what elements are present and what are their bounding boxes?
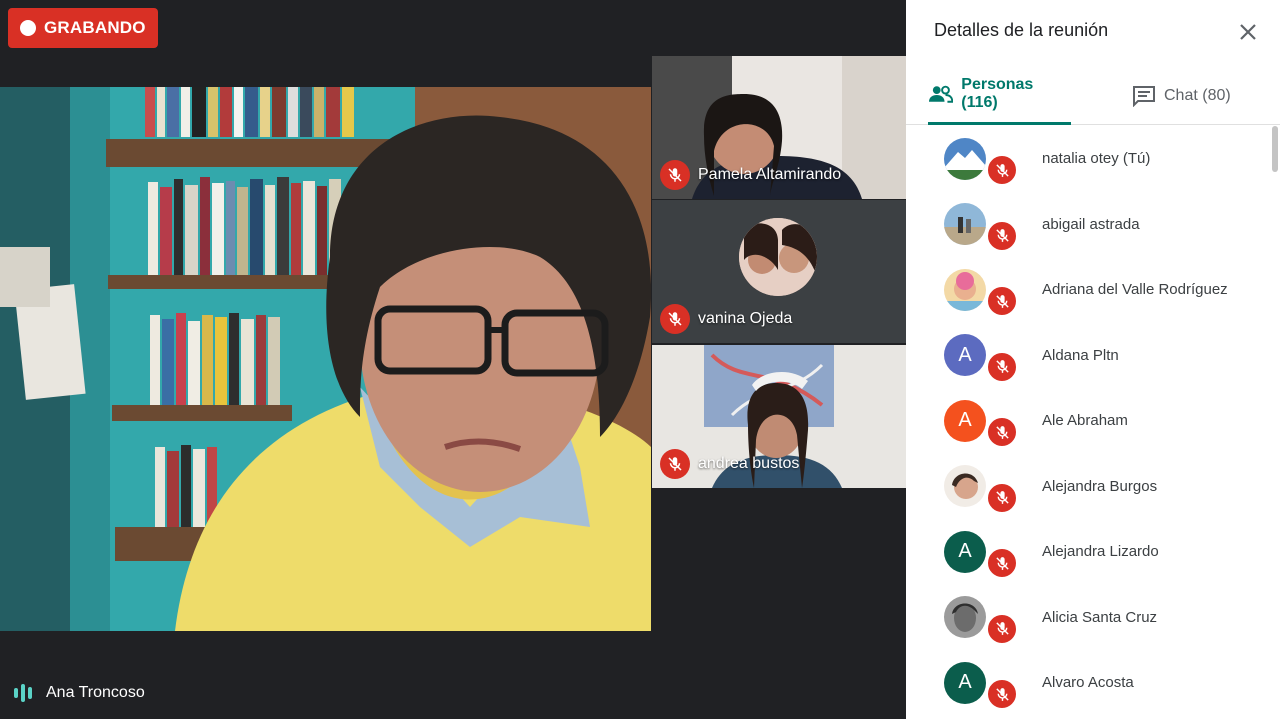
tile-participant-name: vanina Ojeda [698,310,793,327]
avatar-initial: A [958,343,972,366]
avatar [944,137,986,180]
participant-list[interactable]: natalia otey (Tú) abigail astrada Adrian… [906,126,1280,719]
mic-off-icon [660,160,690,190]
list-item[interactable]: A Alvaro Acosta [906,650,1280,716]
mic-off-icon [986,678,1018,710]
list-item[interactable]: Adriana del Valle Rodríguez [906,257,1280,323]
list-item[interactable]: A Ale Abraham [906,388,1280,454]
list-item[interactable]: natalia otey (Tú) [906,126,1280,192]
participant-name: Aldana Pltn [1042,346,1119,364]
close-panel-button[interactable] [1234,18,1262,46]
active-speaker-name: Ana Troncoso [46,684,145,701]
list-scrollbar[interactable] [1272,126,1278,172]
tile-label: Pamela Altamirando [660,160,841,190]
mic-off-icon [660,449,690,479]
panel-title: Detalles de la reunión [934,20,1109,40]
main-video-scene [0,87,651,631]
mic-off-icon [986,350,1018,383]
participant-name: Alvaro Acosta [1042,674,1134,692]
list-item[interactable]: Alejandra Burgos [906,454,1280,520]
mic-off-icon [986,285,1018,317]
participant-tile[interactable]: andrea bustos [652,345,906,488]
mic-off-icon [986,547,1018,579]
avatar: A [944,334,986,377]
mic-off-icon [986,416,1018,448]
meeting-details-panel: Detalles de la reunión Personas (116) Ch… [906,0,1280,719]
main-video[interactable] [0,87,651,631]
list-item[interactable]: A Alejandra Lizardo [906,519,1280,585]
panel-tabs: Personas (116) Chat (80) [906,66,1280,125]
record-dot-icon [20,20,36,36]
video-stage: GRABANDO Ana Troncoso Pamela Altamirando… [0,0,906,719]
participant-name: abigail astrada [1042,215,1140,233]
avatar [944,203,986,246]
tile-label: andrea bustos [660,449,799,479]
avatar [944,596,986,639]
tile-label: vanina Ojeda [660,304,792,334]
tab-people[interactable]: Personas (116) [928,66,1071,125]
active-speaker-bar: Ana Troncoso [14,684,145,702]
recording-label: GRABANDO [44,18,146,37]
avatar-initial: A [958,671,972,694]
participant-name: natalia otey (Tú) [1042,150,1151,168]
list-item[interactable]: abigail astrada [906,192,1280,258]
tile-participant-name: Pamela Altamirando [698,166,842,183]
mic-off-icon [986,612,1018,645]
tile-participant-name: andrea bustos [698,455,800,472]
avatar: A [944,661,986,704]
participant-tile[interactable]: vanina Ojeda [652,200,906,343]
tab-chat[interactable]: Chat (80) [1132,66,1231,125]
avatar-initial: A [958,540,972,563]
mic-off-icon [986,219,1018,252]
avatar-initial: A [958,409,972,432]
chat-icon [1133,85,1155,107]
participant-name: Ale Abraham [1042,412,1128,430]
participant-tile[interactable]: Pamela Altamirando [652,56,906,199]
mic-off-icon [986,481,1018,514]
close-icon [1240,24,1256,40]
people-icon [928,85,954,103]
tab-people-label: Personas (116) [961,76,1034,111]
tab-chat-label: Chat (80) [1164,86,1231,104]
participant-name: Alejandra Lizardo [1042,543,1159,561]
participant-name: Alicia Santa Cruz [1042,608,1158,626]
mic-off-icon [986,154,1018,186]
speaking-indicator-icon [14,684,32,702]
avatar: A [944,530,986,573]
mic-off-icon [660,304,690,334]
avatar [944,465,986,508]
recording-badge: GRABANDO [8,8,158,48]
avatar [944,268,986,311]
list-item[interactable]: Alicia Santa Cruz [906,585,1280,651]
avatar: A [944,399,986,442]
participant-name: Adriana del Valle Rodríguez [1042,281,1228,299]
list-item[interactable]: A Aldana Pltn [906,323,1280,389]
participant-name: Alejandra Burgos [1042,477,1158,495]
